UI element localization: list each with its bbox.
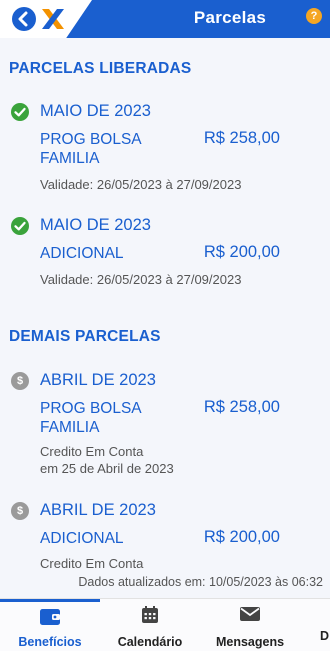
item-validity: Validade: 26/05/2023 à 27/09/2023 (40, 177, 242, 192)
calendar-icon (142, 606, 158, 623)
released-section-title: PARCELAS LIBERADAS (9, 60, 192, 77)
page-title: Parcelas (193, 8, 267, 27)
item-amount: R$ 200,00 (203, 528, 280, 546)
tab-label: Calendário (117, 635, 183, 649)
item-month: MAIO DE 2023 (40, 216, 151, 234)
item-validity: Validade: 26/05/2023 à 27/09/2023 (40, 272, 242, 287)
others-section-title: DEMAIS PARCELAS (9, 328, 161, 345)
tab-label: Benefícios (18, 635, 82, 649)
item-description: ADICIONAL (40, 245, 124, 262)
item-date: em 25 de Abril de 2023 (40, 461, 174, 476)
item-description: PROG BOLSA FAMILIA (40, 400, 141, 436)
item-status: Credito Em Conta (40, 444, 144, 459)
tab-label: Mensagens (215, 635, 285, 649)
item-month: ABRIL DE 2023 (40, 371, 156, 389)
item-description: PROG BOLSA FAMILIA (40, 131, 141, 167)
tab-calendario[interactable]: Calendário (100, 599, 200, 651)
item-month: ABRIL DE 2023 (40, 501, 156, 519)
check-circle-icon (11, 103, 29, 121)
bottom-nav: Benefícios Calendário Mensagens D (0, 598, 330, 651)
item-status: Credito Em Conta (40, 556, 144, 571)
check-circle-icon (11, 217, 29, 235)
help-button[interactable]: ? (306, 8, 322, 24)
envelope-icon (240, 607, 260, 621)
item-amount: R$ 258,00 (203, 398, 280, 416)
tab-label: D (320, 629, 330, 643)
item-amount: R$ 200,00 (203, 243, 280, 261)
dollar-coin-icon: $ (11, 502, 29, 520)
last-updated-text: Dados atualizados em: 10/05/2023 às 06:3… (78, 575, 323, 589)
wallet-icon (40, 609, 60, 625)
caixa-logo (42, 9, 64, 29)
tab-mensagens[interactable]: Mensagens (200, 599, 300, 651)
item-month: MAIO DE 2023 (40, 102, 151, 120)
item-amount: R$ 258,00 (203, 129, 280, 147)
dollar-coin-icon: $ (11, 372, 29, 390)
item-description: ADICIONAL (40, 530, 124, 547)
back-button[interactable] (12, 7, 36, 31)
tab-beneficios[interactable]: Benefícios (0, 599, 100, 651)
tab-more[interactable]: D (300, 599, 330, 651)
app-header: Parcelas ? (0, 0, 330, 38)
chevron-left-icon (18, 11, 28, 27)
